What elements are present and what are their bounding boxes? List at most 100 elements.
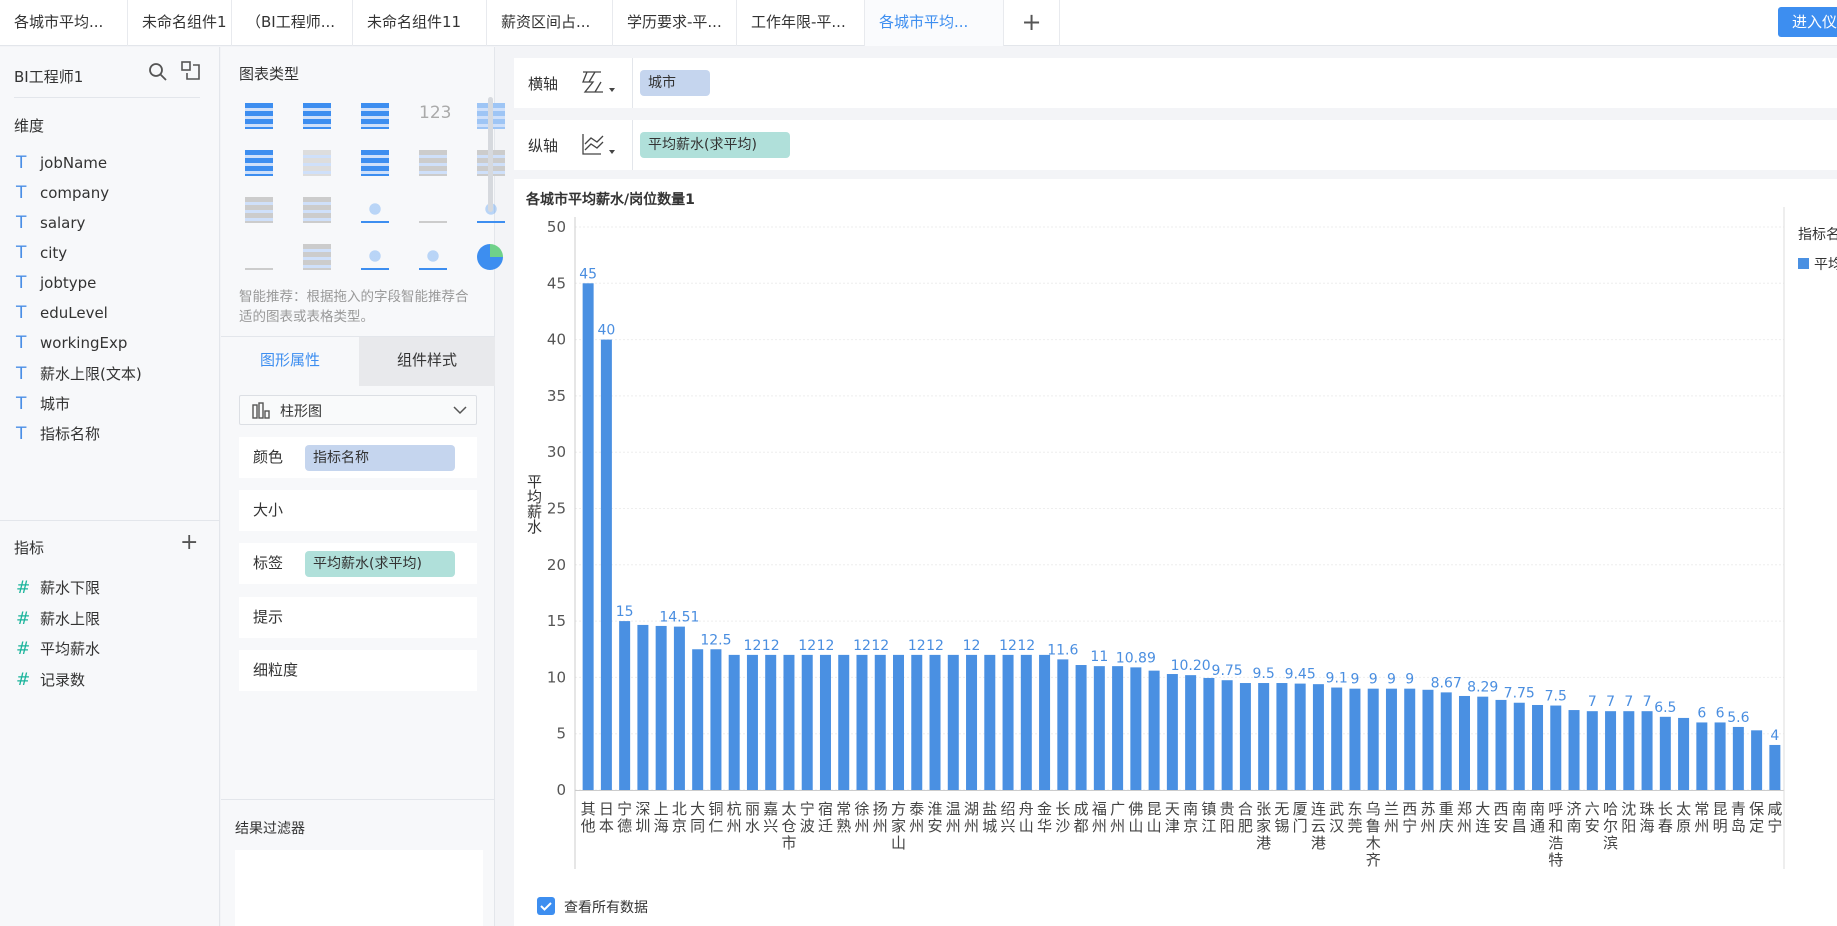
pivot-table-icon[interactable] bbox=[303, 103, 331, 129]
dimension-field[interactable]: Tcity bbox=[16, 243, 67, 263]
dimension-field[interactable]: TeduLevel bbox=[16, 303, 108, 323]
dot-list-icon[interactable] bbox=[245, 150, 273, 176]
add-tab-button[interactable]: + bbox=[1004, 0, 1060, 46]
dimension-field[interactable]: T 指标名称 bbox=[16, 423, 100, 444]
add-measure-icon[interactable]: + bbox=[180, 530, 198, 555]
x-axis-row: 横轴 城市 bbox=[514, 58, 1837, 108]
x-tick-label: 滨 bbox=[1603, 834, 1618, 852]
tab-2[interactable]: （BI工程师... bbox=[232, 0, 353, 46]
stacked-bar-icon[interactable] bbox=[361, 150, 389, 176]
tab-0[interactable]: 各城市平均... bbox=[0, 0, 128, 46]
x-tick-label: 南 bbox=[1512, 800, 1527, 818]
bar bbox=[1166, 674, 1178, 790]
x-tick-label: 昆 bbox=[1147, 800, 1162, 818]
x-tick-label: 京 bbox=[672, 817, 687, 835]
x-tick-label: 宁 bbox=[617, 800, 632, 818]
result-filter-dropzone[interactable] bbox=[235, 850, 483, 926]
x-tick-label: 广 bbox=[1110, 800, 1125, 818]
chart-type-select[interactable]: 柱形图 bbox=[239, 395, 477, 425]
dimension-field[interactable]: T 薪水上限(文本) bbox=[16, 363, 142, 384]
line-icon[interactable] bbox=[419, 197, 447, 223]
color-field-pill[interactable]: 指标名称 bbox=[305, 445, 455, 471]
scrollbar[interactable] bbox=[488, 97, 493, 212]
x-tick-label: 连 bbox=[1475, 817, 1490, 835]
bar bbox=[1002, 654, 1014, 790]
smart-hint: 智能推荐：根据拖入的字段智能推荐合适的图表或表格类型。 bbox=[239, 289, 469, 325]
bar bbox=[1404, 688, 1416, 790]
x-tick-label: 昌 bbox=[1512, 817, 1527, 835]
switch-layout-icon[interactable] bbox=[181, 61, 201, 81]
x-tick-label: 熟 bbox=[836, 817, 851, 835]
data-label: 12 bbox=[817, 638, 835, 654]
dimension-field[interactable]: Tjobtype bbox=[16, 273, 96, 293]
tab-3[interactable]: 未命名组件11 bbox=[353, 0, 487, 46]
axis-line-icon[interactable] bbox=[581, 132, 617, 158]
chart-card: 各城市平均薪水/岗位数量1 0 5 10 15 20 25 30 35 40 45 50 平均薪水 45… bbox=[514, 179, 1837, 926]
bar bbox=[856, 654, 868, 790]
map-icon[interactable] bbox=[303, 150, 331, 176]
dimension-field[interactable]: TworkingExp bbox=[16, 333, 127, 353]
dimension-field[interactable]: TjobName bbox=[16, 153, 107, 173]
dimension-field[interactable]: Tcompany bbox=[16, 183, 109, 203]
combo-bar-icon[interactable] bbox=[303, 244, 331, 270]
data-label: 7 bbox=[1624, 694, 1633, 710]
tab-1[interactable]: 未命名组件1 bbox=[128, 0, 232, 46]
tab-7[interactable]: 各城市平均... bbox=[865, 0, 1004, 46]
x-tick-label: 山 bbox=[1019, 817, 1034, 835]
kpi-number-icon[interactable]: 123 bbox=[419, 103, 451, 129]
x-tick-label: 州 bbox=[854, 817, 869, 835]
y-tick-label: 0 bbox=[556, 781, 566, 799]
x-tick-label: 海 bbox=[1640, 817, 1655, 835]
x-field-pill[interactable]: 城市 bbox=[640, 70, 710, 96]
bar bbox=[819, 654, 831, 790]
bar bbox=[1550, 705, 1562, 790]
tab-6[interactable]: 工作年限-平... bbox=[737, 0, 865, 46]
prop-size[interactable]: 大小 bbox=[239, 490, 477, 531]
dimension-field[interactable]: T 城市 bbox=[16, 393, 70, 414]
data-label: 9 bbox=[1369, 672, 1378, 688]
pie-icon[interactable] bbox=[477, 244, 503, 270]
table-icon[interactable] bbox=[245, 103, 273, 129]
scatter-icon[interactable] bbox=[361, 244, 389, 270]
bar bbox=[1130, 667, 1142, 790]
search-icon[interactable] bbox=[148, 62, 168, 82]
tab-component-style[interactable]: 组件样式 bbox=[359, 337, 495, 386]
x-tick-label: 铜 bbox=[708, 800, 723, 818]
prop-color[interactable]: 颜色 指标名称 bbox=[239, 437, 477, 478]
dimension-name: 薪水上限(文本) bbox=[40, 365, 142, 383]
tab-graph-properties[interactable]: 图形属性 bbox=[221, 337, 359, 386]
text-type-icon: T bbox=[16, 273, 27, 293]
tab-4[interactable]: 薪资区间占... bbox=[487, 0, 613, 46]
x-tick-label: 镇 bbox=[1201, 800, 1216, 818]
detail-table-icon[interactable] bbox=[361, 103, 389, 129]
y-field-pill[interactable]: 平均薪水(求平均) bbox=[640, 132, 790, 158]
measure-field[interactable]: # 平均薪水 bbox=[16, 638, 100, 659]
axis-sort-icon[interactable] bbox=[581, 70, 617, 96]
view-all-checkbox[interactable] bbox=[537, 897, 555, 915]
x-tick-label: 同 bbox=[690, 817, 705, 835]
x-tick-label: 阳 bbox=[1220, 817, 1235, 835]
bar bbox=[710, 649, 722, 790]
bar-horizontal-icon[interactable] bbox=[245, 197, 273, 223]
x-tick-label: 方 bbox=[891, 800, 906, 818]
enter-button[interactable]: 进入仪 bbox=[1778, 7, 1837, 37]
prop-label[interactable]: 标签 平均薪水(求平均) bbox=[239, 543, 477, 584]
prop-tooltip[interactable]: 提示 bbox=[239, 597, 477, 638]
prop-granularity[interactable]: 细粒度 bbox=[239, 650, 477, 691]
measure-field[interactable]: # 记录数 bbox=[16, 669, 85, 690]
bubble-icon[interactable] bbox=[419, 244, 447, 270]
check-icon bbox=[540, 902, 552, 911]
x-tick-label: 成 bbox=[1074, 800, 1089, 818]
area-icon[interactable] bbox=[245, 244, 273, 270]
measure-field[interactable]: # 薪水下限 bbox=[16, 577, 100, 598]
measure-field[interactable]: # 薪水上限 bbox=[16, 608, 100, 629]
grouped-bar-icon[interactable] bbox=[419, 150, 447, 176]
label-field-pill[interactable]: 平均薪水(求平均) bbox=[305, 551, 455, 577]
bar bbox=[1239, 683, 1251, 790]
text-type-icon: T bbox=[16, 364, 27, 384]
dimension-field[interactable]: Tsalary bbox=[16, 213, 85, 233]
tab-5[interactable]: 学历要求-平... bbox=[613, 0, 737, 46]
x-tick-label: 原 bbox=[1676, 817, 1691, 835]
multi-line-icon[interactable] bbox=[361, 197, 389, 223]
waterfall-icon[interactable] bbox=[303, 197, 331, 223]
